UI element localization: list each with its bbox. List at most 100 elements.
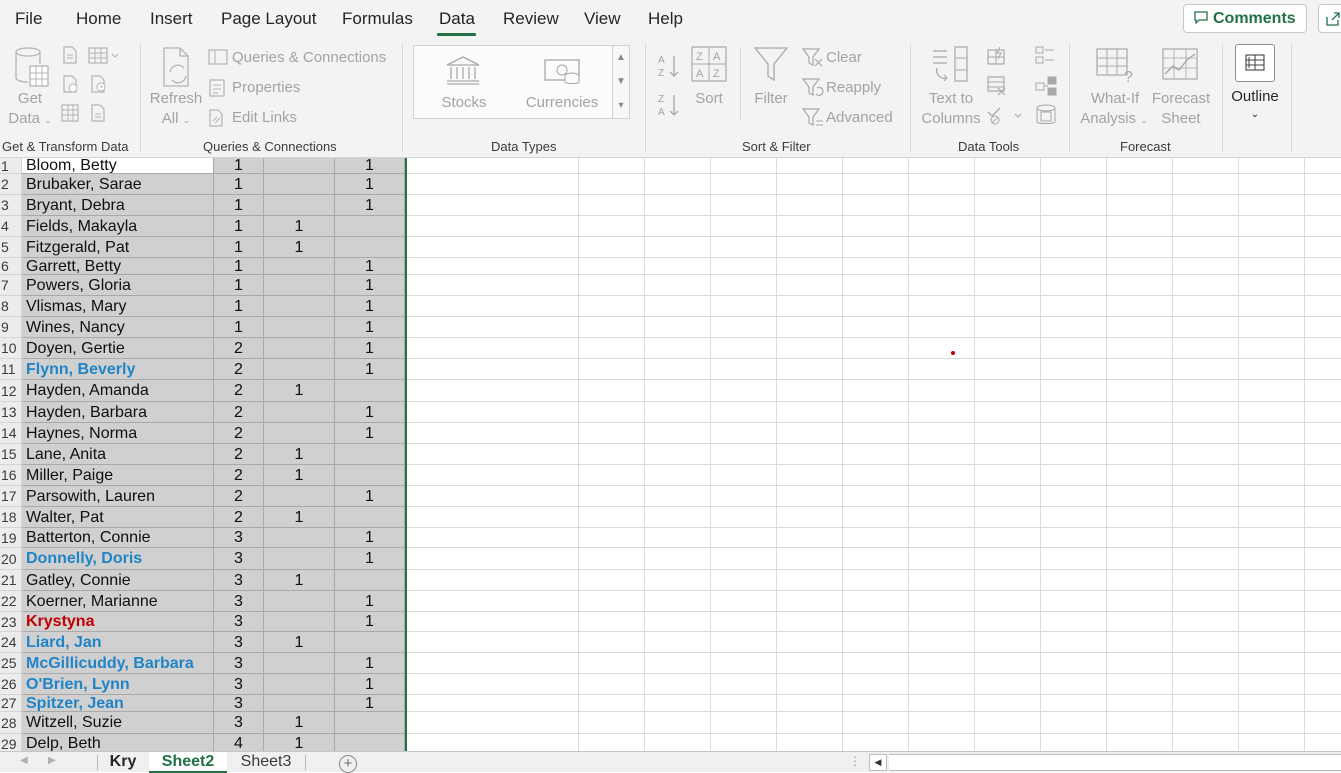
sort-z-a-icon[interactable]: ZA	[657, 92, 681, 123]
row-header[interactable]: 26	[0, 674, 22, 695]
forecast-sheet-label[interactable]: Forecast	[1150, 89, 1212, 109]
value-cell-c[interactable]	[264, 359, 335, 380]
name-cell[interactable]: Delp, Beth	[22, 734, 214, 751]
name-cell[interactable]: Wines, Nancy	[22, 317, 214, 338]
value-cell-d[interactable]: 1	[335, 195, 405, 216]
existing-connections-icon[interactable]	[90, 104, 108, 127]
table-row[interactable]: 18 Walter, Pat 2 1	[0, 507, 1341, 528]
row-header[interactable]: 16	[0, 465, 22, 486]
value-cell-c[interactable]	[264, 174, 335, 195]
value-cell-b[interactable]: 3	[214, 674, 264, 695]
value-cell-c[interactable]: 1	[264, 632, 335, 653]
value-cell-d[interactable]	[335, 632, 405, 653]
value-cell-d[interactable]: 1	[335, 158, 405, 174]
value-cell-c[interactable]	[264, 195, 335, 216]
name-cell[interactable]: Hayden, Barbara	[22, 402, 214, 423]
value-cell-b[interactable]: 3	[214, 612, 264, 632]
row-header[interactable]: 25	[0, 653, 22, 674]
value-cell-b[interactable]: 3	[214, 712, 264, 734]
value-cell-d[interactable]	[335, 465, 405, 486]
from-text-icon[interactable]	[62, 46, 78, 69]
name-cell[interactable]: Doyen, Gertie	[22, 338, 214, 359]
value-cell-b[interactable]: 3	[214, 653, 264, 674]
filter-button[interactable]: Filter	[748, 89, 794, 109]
row-header[interactable]: 18	[0, 507, 22, 528]
row-header[interactable]: 5	[0, 237, 22, 258]
value-cell-c[interactable]	[264, 275, 335, 296]
menu-tab-view[interactable]: View	[584, 9, 621, 29]
value-cell-b[interactable]: 2	[214, 402, 264, 423]
value-cell-d[interactable]: 1	[335, 402, 405, 423]
value-cell-b[interactable]: 1	[214, 216, 264, 237]
row-header[interactable]: 19	[0, 528, 22, 548]
row-header[interactable]: 12	[0, 380, 22, 402]
name-cell[interactable]: Spitzer, Jean	[22, 695, 214, 712]
table-row[interactable]: 11 Flynn, Beverly 2 1	[0, 359, 1341, 380]
name-cell[interactable]: Koerner, Marianne	[22, 591, 214, 612]
table-row[interactable]: 22 Koerner, Marianne 3 1	[0, 591, 1341, 612]
menu-tab-formulas[interactable]: Formulas	[342, 9, 413, 29]
value-cell-b[interactable]: 3	[214, 570, 264, 591]
table-row[interactable]: 7 Powers, Gloria 1 1	[0, 275, 1341, 296]
outline-button[interactable]	[1235, 44, 1275, 82]
scroll-up-icon[interactable]: ▲	[613, 46, 629, 70]
value-cell-d[interactable]: 1	[335, 674, 405, 695]
value-cell-c[interactable]	[264, 591, 335, 612]
table-row[interactable]: 29 Delp, Beth 4 1	[0, 734, 1341, 751]
flash-fill-icon[interactable]	[987, 46, 1007, 71]
value-cell-c[interactable]: 1	[264, 380, 335, 402]
sheet-tab-sheet3[interactable]: Sheet3	[228, 752, 304, 773]
row-header[interactable]: 20	[0, 548, 22, 570]
name-cell[interactable]: Liard, Jan	[22, 632, 214, 653]
from-table-icon[interactable]	[88, 46, 119, 69]
name-cell[interactable]: Hayden, Amanda	[22, 380, 214, 402]
table-row[interactable]: 4 Fields, Makayla 1 1	[0, 216, 1341, 237]
table-row[interactable]: 15 Lane, Anita 2 1	[0, 444, 1341, 465]
value-cell-b[interactable]: 2	[214, 444, 264, 465]
value-cell-d[interactable]	[335, 444, 405, 465]
stocks-button[interactable]: Stocks	[424, 93, 504, 113]
table-row[interactable]: 1 Bloom, Betty 1 1	[0, 158, 1341, 174]
value-cell-c[interactable]	[264, 338, 335, 359]
table-row[interactable]: 28 Witzell, Suzie 3 1	[0, 712, 1341, 734]
add-sheet-button[interactable]: +	[339, 755, 357, 773]
value-cell-d[interactable]: 1	[335, 174, 405, 195]
advanced-button[interactable]: Advanced	[826, 109, 893, 126]
share-button[interactable]	[1318, 4, 1341, 33]
name-cell[interactable]: Batterton, Connie	[22, 528, 214, 548]
value-cell-d[interactable]	[335, 570, 405, 591]
scroll-left-icon[interactable]: ◀	[869, 754, 887, 771]
table-row[interactable]: 21 Gatley, Connie 3 1	[0, 570, 1341, 591]
menu-tab-help[interactable]: Help	[648, 9, 683, 29]
value-cell-c[interactable]	[264, 486, 335, 507]
recent-sources-icon[interactable]	[90, 75, 108, 98]
outline-label[interactable]: Outline	[1226, 87, 1284, 107]
row-header[interactable]: 11	[0, 359, 22, 380]
from-range-icon[interactable]	[61, 104, 79, 127]
value-cell-c[interactable]: 1	[264, 216, 335, 237]
value-cell-b[interactable]: 2	[214, 423, 264, 444]
value-cell-b[interactable]: 1	[214, 174, 264, 195]
value-cell-d[interactable]	[335, 712, 405, 734]
sheet-tab-kry[interactable]: Kry	[98, 752, 148, 773]
prev-sheet-arrow-icon[interactable]: ◀	[20, 755, 28, 766]
value-cell-c[interactable]: 1	[264, 237, 335, 258]
name-cell[interactable]: McGillicuddy, Barbara	[22, 653, 214, 674]
value-cell-b[interactable]: 1	[214, 258, 264, 275]
more-icon[interactable]: ▾	[613, 94, 629, 118]
get-data-dropdown[interactable]: Data ⌄	[6, 109, 54, 130]
value-cell-c[interactable]	[264, 674, 335, 695]
value-cell-b[interactable]: 4	[214, 734, 264, 751]
value-cell-b[interactable]: 1	[214, 317, 264, 338]
value-cell-c[interactable]	[264, 423, 335, 444]
table-row[interactable]: 27 Spitzer, Jean 3 1	[0, 695, 1341, 712]
table-row[interactable]: 6 Garrett, Betty 1 1	[0, 258, 1341, 275]
row-header[interactable]: 1	[0, 158, 22, 174]
value-cell-d[interactable]: 1	[335, 548, 405, 570]
sheet-tab-sheet2[interactable]: Sheet2	[149, 752, 227, 773]
name-cell[interactable]: Krystyna	[22, 612, 214, 632]
name-cell[interactable]: Bloom, Betty	[22, 158, 214, 174]
value-cell-d[interactable]: 1	[335, 296, 405, 317]
value-cell-b[interactable]: 3	[214, 632, 264, 653]
name-cell[interactable]: Walter, Pat	[22, 507, 214, 528]
